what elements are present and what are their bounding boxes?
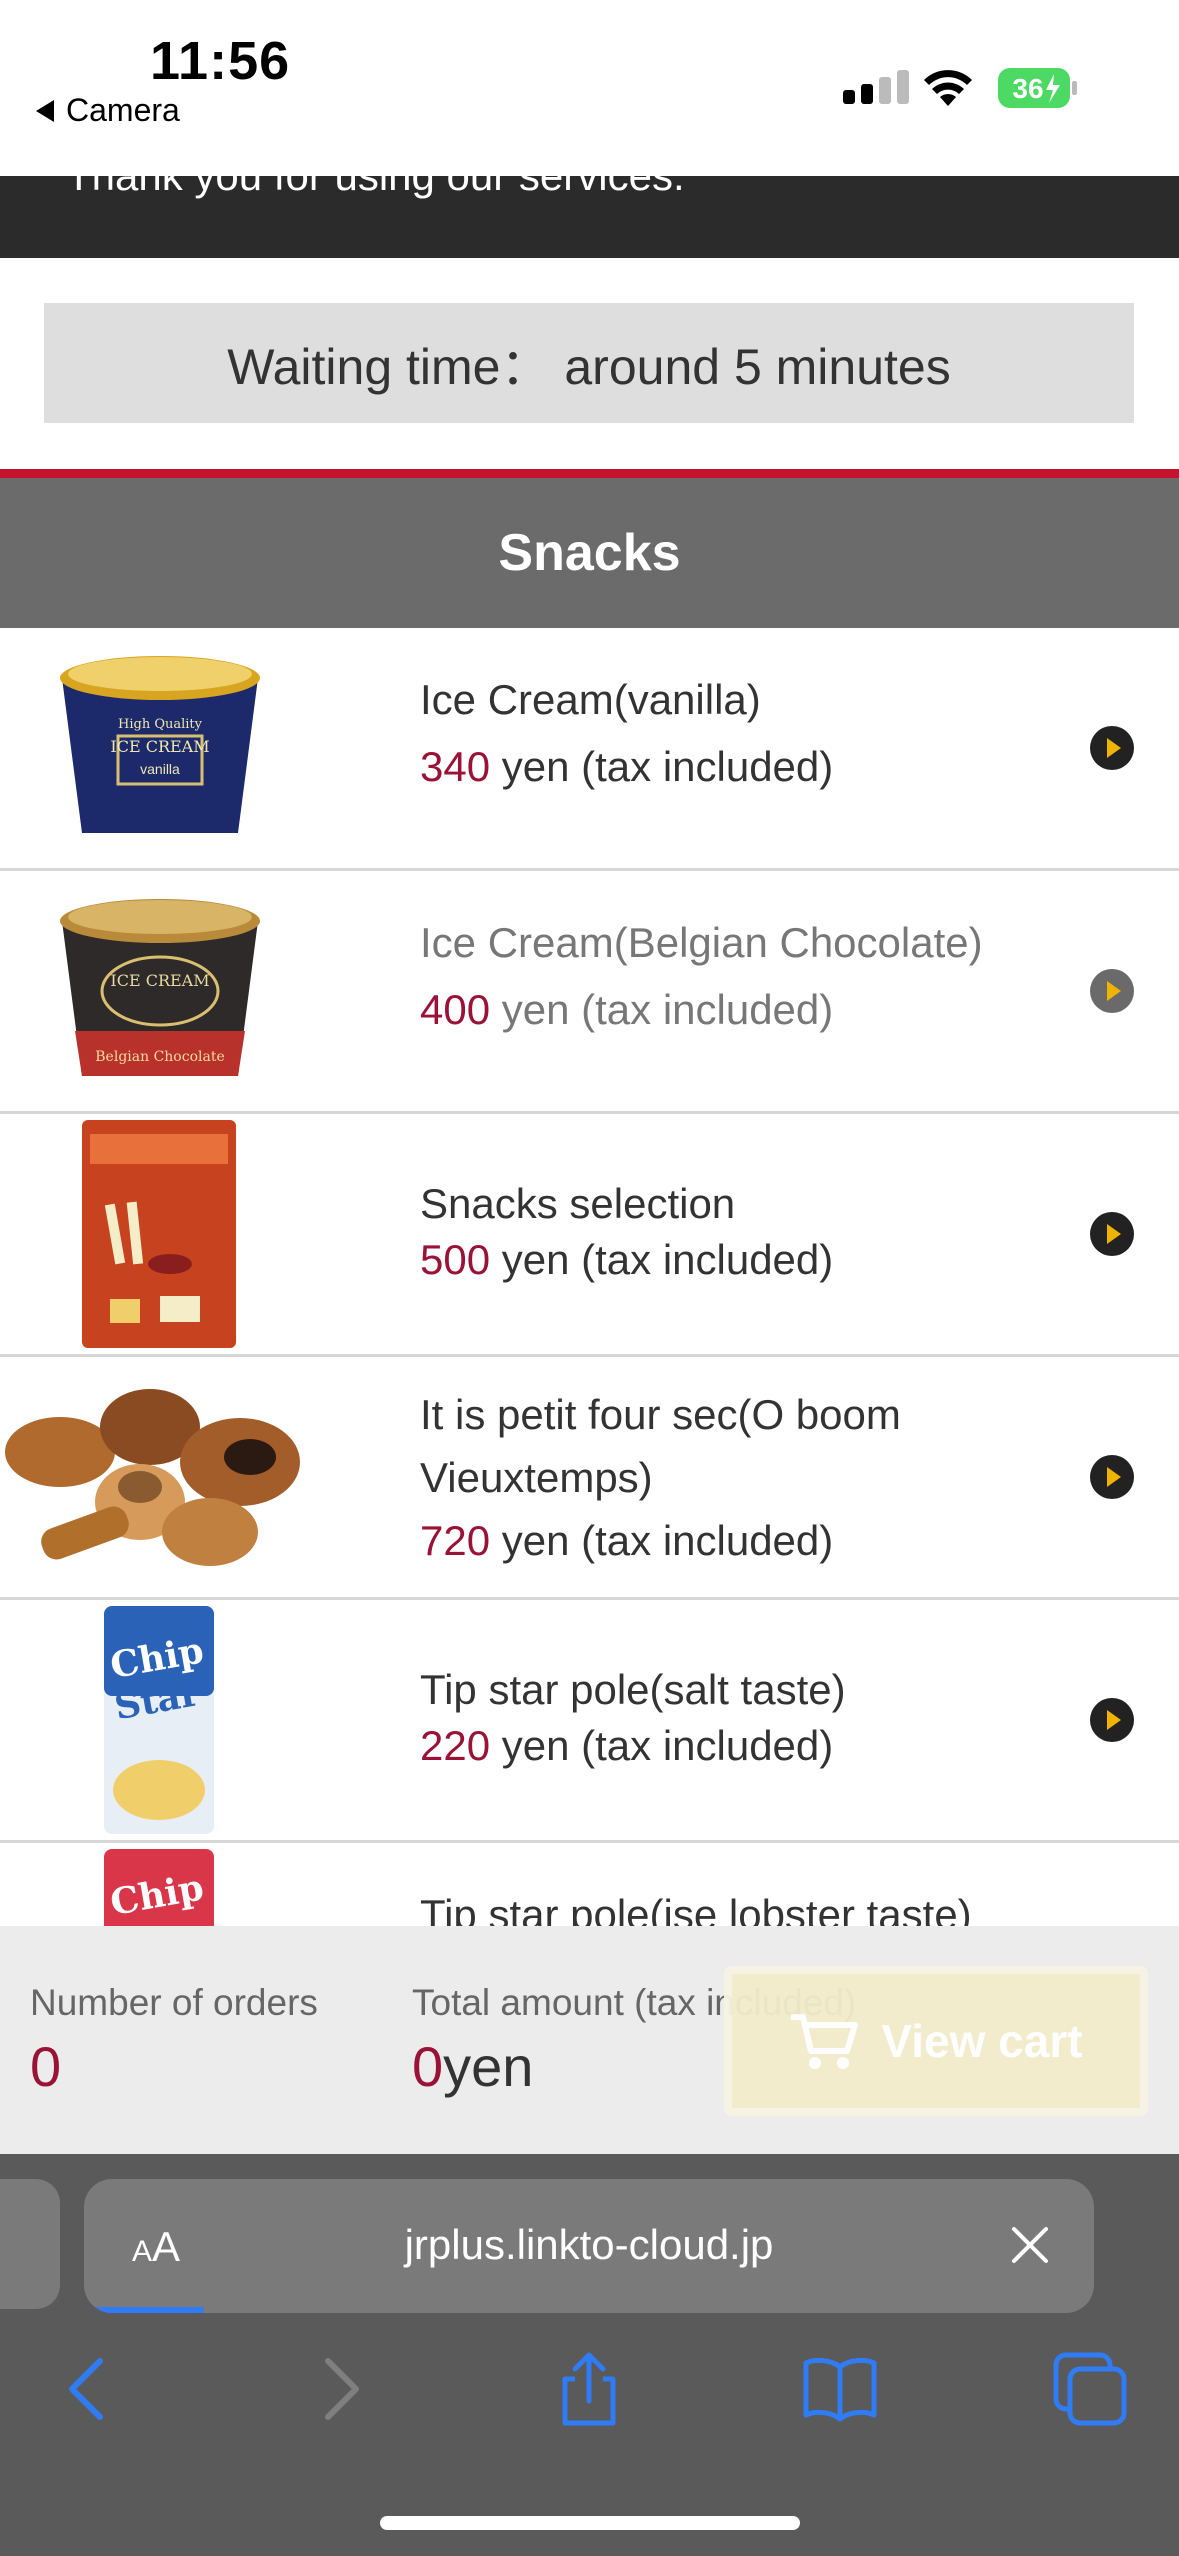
svg-text:ICE CREAM: ICE CREAM: [110, 971, 209, 990]
product-name: Ice Cream(vanilla): [420, 676, 761, 723]
total-amount-value: 0yen: [412, 2035, 534, 2098]
product-row[interactable]: It is petit four sec(O boom Vieuxtemps) …: [0, 1357, 1179, 1600]
svg-text:vanilla: vanilla: [140, 761, 180, 777]
product-price: 340 yen (tax included): [420, 743, 834, 790]
battery-icon: 36: [998, 68, 1077, 108]
thank-you-text: Thank you for using our services.: [66, 176, 685, 200]
chip-star-salt-image: Chip Star: [104, 1606, 214, 1834]
view-cart-label: View cart: [881, 2015, 1083, 2067]
bookmarks-icon[interactable]: [800, 2349, 880, 2429]
chip-star-lobster-image: Chip: [104, 1849, 214, 1926]
back-triangle-icon: [36, 99, 54, 122]
product-price: 720 yen (tax included): [420, 1517, 834, 1564]
product-name: It is petit four sec(O boom Vieuxtemps): [420, 1391, 901, 1501]
product-price: 220 yen (tax included): [420, 1722, 834, 1769]
waiting-time-box: Waiting time： around 5 minutes: [44, 303, 1134, 423]
wifi-icon: [924, 70, 972, 106]
svg-text:High Quality: High Quality: [118, 717, 203, 732]
cart-icon: [791, 2014, 859, 2069]
petit-four-cookies-image: [5, 1389, 300, 1566]
forward-chevron-icon[interactable]: [300, 2349, 380, 2429]
product-row[interactable]: Snacks selection 500 yen (tax included): [0, 1114, 1179, 1357]
close-icon[interactable]: [1006, 2221, 1054, 2269]
product-name: Ice Cream(Belgian Chocolate): [420, 919, 983, 966]
product-price: 400 yen (tax included): [420, 986, 834, 1033]
status-bar: 11:56 Camera 36: [0, 0, 1179, 176]
product-row[interactable]: Chip Tip star pole(ise lobster taste): [0, 1843, 1179, 1926]
chevron-right-icon[interactable]: [1090, 726, 1134, 770]
ice-cream-chocolate-image: ICE CREAM Belgian Chocolate: [60, 899, 260, 1076]
snacks-selection-image: [82, 1120, 236, 1348]
browser-toolbar: AA jrplus.linkto-cloud.jp: [0, 2154, 1179, 2556]
url-text: jrplus.linkto-cloud.jp: [404, 2221, 774, 2268]
home-indicator: [380, 2516, 800, 2530]
svg-text:Belgian Chocolate: Belgian Chocolate: [95, 1049, 224, 1065]
product-name: Tip star pole(salt taste): [420, 1666, 846, 1713]
tabs-icon[interactable]: [1050, 2349, 1130, 2429]
chevron-right-icon[interactable]: [1090, 1455, 1134, 1499]
order-summary-bar: Number of orders 0 Total amount (tax inc…: [0, 1926, 1179, 2154]
ice-cream-vanilla-image: High Quality ICE CREAM vanilla: [60, 656, 260, 833]
cellular-signal-icon: [843, 70, 909, 104]
share-icon[interactable]: [549, 2349, 629, 2429]
section-title: Snacks: [0, 478, 1179, 628]
back-to-camera-link[interactable]: Camera: [36, 92, 180, 129]
address-bar[interactable]: AA jrplus.linkto-cloud.jp: [84, 2179, 1094, 2313]
view-cart-button[interactable]: View cart: [724, 1966, 1148, 2116]
orders-count-value: 0: [30, 2035, 62, 2098]
section-divider: [0, 469, 1179, 478]
svg-text:ICE CREAM: ICE CREAM: [110, 737, 209, 756]
product-price: 500 yen (tax included): [420, 1236, 834, 1283]
chevron-right-icon[interactable]: [1090, 1212, 1134, 1256]
product-name: Snacks selection: [420, 1180, 736, 1227]
battery-level: 36: [1012, 73, 1043, 104]
page-load-progress: [84, 2307, 204, 2313]
product-row[interactable]: Chip Star Tip star pole(salt taste) 220 …: [0, 1600, 1179, 1843]
previous-tab-peek[interactable]: [0, 2179, 60, 2309]
back-app-label: Camera: [66, 92, 180, 128]
product-row[interactable]: ICE CREAM Belgian Chocolate Ice Cream(Be…: [0, 871, 1179, 1114]
product-name: Tip star pole(ise lobster taste): [420, 1891, 972, 1926]
chevron-right-icon[interactable]: [1090, 969, 1134, 1013]
orders-count-label: Number of orders: [30, 1982, 318, 2023]
product-list: High Quality ICE CREAM vanilla Ice Cream…: [0, 628, 1179, 1926]
chevron-right-icon[interactable]: [1090, 1698, 1134, 1742]
back-chevron-icon[interactable]: [48, 2349, 128, 2429]
product-row[interactable]: High Quality ICE CREAM vanilla Ice Cream…: [0, 628, 1179, 871]
clock: 11:56: [150, 31, 291, 91]
thank-you-banner: Thank you for using our services.: [0, 176, 1179, 258]
